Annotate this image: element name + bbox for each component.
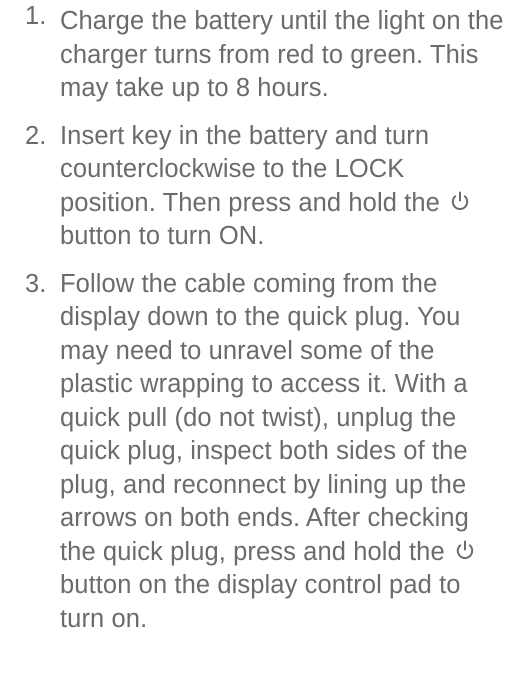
instruction-steps: 1. Charge the battery until the light on…: [0, 0, 512, 636]
step-3: 3. Follow the cable coming from the disp…: [0, 268, 512, 637]
step-2: 2. Insert key in the battery and turn co…: [0, 120, 512, 254]
step-number: 3.: [25, 269, 47, 298]
step-text-before-icon: Follow the cable coming from the display…: [60, 269, 469, 566]
step-text-before-icon: Insert key in the battery and turn count…: [60, 121, 440, 217]
step-text-after-icon: button to turn ON.: [60, 222, 265, 250]
power-icon: [449, 190, 471, 212]
power-icon: [454, 539, 476, 561]
step-number: 1.: [25, 2, 47, 30]
step-text: Charge the battery until the light on th…: [60, 7, 504, 102]
step-number: 2.: [25, 121, 47, 150]
step-1: 1. Charge the battery until the light on…: [0, 0, 512, 106]
step-text-after-icon: button on the display control pad to tur…: [60, 571, 461, 633]
